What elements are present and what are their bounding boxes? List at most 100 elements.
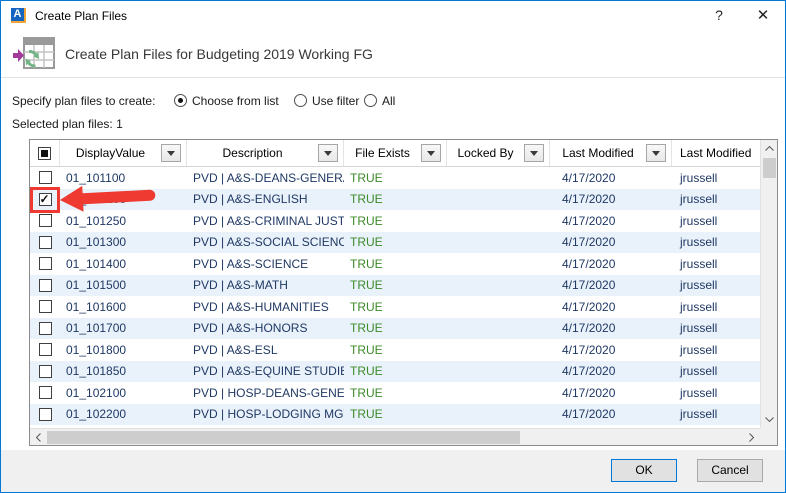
cell-last-modified: 4/17/2020 [550, 189, 672, 211]
cancel-button[interactable]: Cancel [697, 459, 763, 482]
row-checkbox[interactable] [39, 214, 52, 227]
row-checkbox[interactable] [39, 322, 52, 335]
cell-last-modified-by: jrussell [672, 275, 760, 297]
filter-dropdown-displayvalue[interactable] [161, 144, 181, 162]
radio-use-filter-label[interactable]: Use filter [312, 94, 359, 108]
cell-last-modified-by: jrussell [672, 253, 760, 275]
create-plan-files-dialog: A Create Plan Files ? ✕ Create Plan File… [0, 0, 786, 493]
cell-locked-by [447, 361, 550, 383]
cell-file-exists: TRUE [344, 318, 447, 340]
cell-description: PVD | HOSP-LODGING MGT [187, 404, 344, 426]
table-row[interactable]: 01_101300PVD | A&S-SOCIAL SCIENCESTRUE4/… [30, 232, 760, 254]
scrollbar-corner [760, 428, 777, 445]
column-header-locked-by[interactable]: Locked By [447, 140, 550, 166]
row-checkbox[interactable] [39, 279, 52, 292]
table-row[interactable]: 01_102100PVD | HOSP-DEANS-GENERALTRUE4/1… [30, 382, 760, 404]
row-checkbox[interactable] [39, 257, 52, 270]
cell-last-modified: 4/17/2020 [550, 296, 672, 318]
filter-dropdown-file-exists[interactable] [421, 144, 441, 162]
select-all-header-cell [30, 140, 60, 166]
app-icon: A [11, 8, 26, 23]
cell-description: PVD | A&S-SCIENCE [187, 253, 344, 275]
cell-locked-by [447, 318, 550, 340]
vertical-scrollbar-thumb[interactable] [763, 158, 776, 178]
close-button[interactable]: ✕ [750, 6, 776, 26]
vertical-scrollbar[interactable] [760, 140, 777, 428]
cell-display-value: 01_102100 [60, 382, 187, 404]
filter-dropdown-last-modified[interactable] [646, 144, 666, 162]
table-row[interactable]: 01_102200PVD | HOSP-LODGING MGTTRUE4/17/… [30, 404, 760, 426]
horizontal-scrollbar-thumb[interactable] [47, 431, 520, 444]
scroll-up-icon[interactable] [761, 140, 778, 157]
row-checkbox-cell [30, 404, 60, 426]
cell-display-value: 01_102200 [60, 404, 187, 426]
cell-description: PVD | A&S-HONORS [187, 318, 344, 340]
cell-description: PVD | A&S-DEANS-GENERAL [187, 167, 344, 189]
table-row[interactable]: 01_101850PVD | A&S-EQUINE STUDIESTRUE4/1… [30, 361, 760, 383]
cell-last-modified-by: jrussell [672, 232, 760, 254]
ok-button[interactable]: OK [611, 459, 677, 482]
row-checkbox-cell [30, 296, 60, 318]
column-header-file-exists[interactable]: File Exists [344, 140, 447, 166]
row-checkbox-cell [30, 275, 60, 297]
cell-locked-by [447, 275, 550, 297]
row-checkbox-cell [30, 339, 60, 361]
row-checkbox-cell [30, 318, 60, 340]
cell-locked-by [447, 404, 550, 426]
cell-file-exists: TRUE [344, 361, 447, 383]
column-header-description[interactable]: Description [187, 140, 344, 166]
column-header-last-modified-by[interactable]: Last Modified [672, 140, 760, 166]
table-row[interactable]: 01_101800PVD | A&S-ESLTRUE4/17/2020jruss… [30, 339, 760, 361]
radio-choose-from-list-label[interactable]: Choose from list [192, 94, 279, 108]
cell-file-exists: TRUE [344, 189, 447, 211]
radio-choose-from-list[interactable] [174, 94, 187, 107]
table-row[interactable]: 01_101600PVD | A&S-HUMANITIESTRUE4/17/20… [30, 296, 760, 318]
scroll-down-icon[interactable] [761, 411, 778, 428]
scroll-left-icon[interactable] [30, 429, 47, 446]
cell-last-modified: 4/17/2020 [550, 339, 672, 361]
cell-last-modified-by: jrussell [672, 361, 760, 383]
cell-last-modified-by: jrussell [672, 167, 760, 189]
filter-dropdown-description[interactable] [318, 144, 338, 162]
table-row[interactable]: 01_101500PVD | A&S-MATHTRUE4/17/2020jrus… [30, 275, 760, 297]
column-header-displayvalue[interactable]: DisplayValue [60, 140, 187, 166]
table-row[interactable]: 01_101700PVD | A&S-HONORSTRUE4/17/2020jr… [30, 318, 760, 340]
row-checkbox[interactable] [39, 300, 52, 313]
select-all-checkbox[interactable] [38, 147, 51, 160]
filter-dropdown-locked-by[interactable] [524, 144, 544, 162]
cell-locked-by [447, 189, 550, 211]
cell-file-exists: TRUE [344, 382, 447, 404]
radio-all[interactable] [364, 94, 377, 107]
row-checkbox[interactable] [39, 408, 52, 421]
cell-locked-by [447, 382, 550, 404]
scroll-right-icon[interactable] [743, 429, 760, 446]
row-checkbox[interactable] [39, 171, 52, 184]
row-checkbox[interactable] [39, 236, 52, 249]
help-button[interactable]: ? [708, 7, 730, 25]
cell-file-exists: TRUE [344, 232, 447, 254]
cell-description: PVD | A&S-CRIMINAL JUSTICE [187, 210, 344, 232]
cell-last-modified-by: jrussell [672, 296, 760, 318]
cell-file-exists: TRUE [344, 339, 447, 361]
radio-use-filter[interactable] [294, 94, 307, 107]
row-checkbox-cell [30, 210, 60, 232]
cell-locked-by [447, 167, 550, 189]
column-header-last-modified[interactable]: Last Modified [550, 140, 672, 166]
horizontal-scrollbar[interactable] [30, 428, 760, 445]
footer-bar: OK Cancel [1, 450, 785, 492]
cell-display-value: 01_101850 [60, 361, 187, 383]
table-row[interactable]: 01_101400PVD | A&S-SCIENCETRUE4/17/2020j… [30, 253, 760, 275]
cell-last-modified: 4/17/2020 [550, 275, 672, 297]
row-checkbox[interactable] [39, 386, 52, 399]
cell-display-value: 01_101300 [60, 232, 187, 254]
row-checkbox[interactable] [39, 343, 52, 356]
cell-file-exists: TRUE [344, 210, 447, 232]
cell-file-exists: TRUE [344, 253, 447, 275]
radio-all-label[interactable]: All [382, 94, 395, 108]
cell-locked-by [447, 339, 550, 361]
row-checkbox[interactable] [39, 365, 52, 378]
cell-description: PVD | A&S-SOCIAL SCIENCES [187, 232, 344, 254]
dialog-heading: Create Plan Files for Budgeting 2019 Wor… [65, 46, 373, 62]
cell-last-modified: 4/17/2020 [550, 318, 672, 340]
cell-last-modified: 4/17/2020 [550, 253, 672, 275]
